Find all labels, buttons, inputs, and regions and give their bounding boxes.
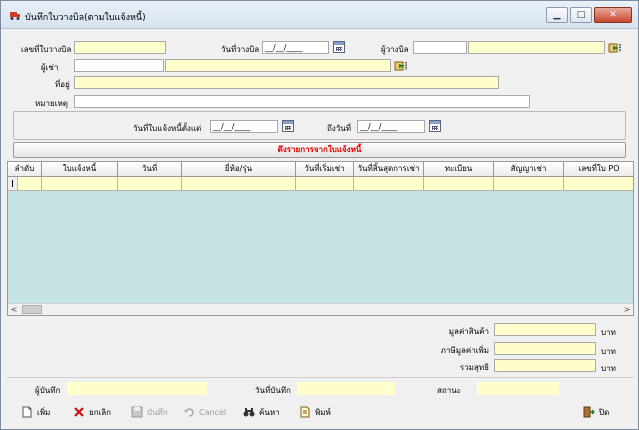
add-button[interactable]: เพิ่ม [21,403,50,421]
document-icon [300,406,310,418]
main-window: บันทึกใบวางบิล(ตามใบแจ้งหนี้) ▁ □ ✕ เลขท… [0,0,639,430]
tenant-code-field[interactable] [74,59,164,72]
recorded-by-field [67,382,207,395]
minimize-button[interactable]: ▁ [546,7,568,23]
scroll-thumb[interactable] [22,305,42,314]
maximize-button[interactable]: □ [570,7,592,23]
table-cell[interactable] [296,177,354,191]
column-header[interactable]: เลขที่ใบ PO [564,162,633,177]
tenant-name-field[interactable] [165,59,391,72]
invoice-from-label: วันที่ใบแจ้งหนี้ตั้งแต่ [133,124,202,133]
table-cell[interactable] [18,177,42,191]
record-date-field [297,382,395,395]
goods-value-unit: บาท [601,328,616,337]
remark-field[interactable] [74,95,530,108]
exit-door-icon [583,406,595,418]
column-header[interactable]: ใบแจ้งหนี้ [42,162,118,177]
net-label: รวมสุทธิ [459,363,489,372]
net-unit: บาท [601,364,616,373]
record-date-label: วันที่บันทึก [255,386,291,395]
horizontal-scrollbar[interactable]: < > [8,303,633,315]
window-title: บันทึกใบวางบิล(ตามใบแจ้งหนี้) [25,13,146,23]
column-header[interactable]: ลำดับ [8,162,42,177]
biller-lookup-icon[interactable] [608,42,622,54]
print-button[interactable]: พิมพ์ [299,403,331,421]
invoice-from-calendar-icon[interactable] [282,120,294,132]
column-header[interactable]: สัญญาเช่า [494,162,564,177]
column-header[interactable]: วันที่เริ่มเช่า [296,162,354,177]
biller-code-field[interactable] [413,41,467,54]
column-header[interactable]: วันที่ [118,162,182,177]
to-date-calendar-icon[interactable] [429,120,441,132]
undo-icon [184,408,194,417]
floppy-disk-icon [131,406,143,418]
red-x-icon [74,407,84,417]
table-cell[interactable] [424,177,494,191]
close-window-button[interactable]: ✕ [594,7,632,23]
save-button[interactable]: บันทึก [131,403,168,421]
column-header[interactable]: ทะเบียน [424,162,494,177]
window-controls: ▁ □ ✕ [546,7,632,23]
biller-label: ผู้วางบิล [381,45,409,54]
close-label: ปิด [599,407,610,417]
tenant-lookup-icon[interactable] [394,60,408,72]
row-indicator [8,177,18,191]
biller-name-field[interactable] [468,41,605,54]
scroll-right-button[interactable]: > [621,304,633,315]
save-label: บันทึก [147,407,168,417]
load-from-invoice-button[interactable]: ดึงรายการจากใบแจ้งหนี้ [13,142,626,158]
search-button[interactable]: ค้นหา [243,403,280,421]
to-date-field[interactable]: __/__/____ [357,120,425,133]
vat-label: ภาษีมูลค่าเพิ่ม [440,346,489,355]
vat-unit: บาท [601,347,616,356]
grid-header: ลำดับ ใบแจ้งหนี้ วันที่ ยี่ห้อ/รุ่น วันท… [8,162,633,177]
scroll-left-button[interactable]: < [8,304,20,315]
add-label: เพิ่ม [37,407,51,417]
address-field[interactable] [74,76,499,89]
table-cell[interactable] [42,177,118,191]
status-label: สถานะ [437,386,461,395]
truck-icon [10,12,20,20]
action-toolbar: เพิ่ม ยกเลิก บันทึก Cancel ค้นหา พิมพ์ ป… [7,400,634,424]
table-cell[interactable] [182,177,296,191]
date-range-group [13,111,626,140]
goods-value-field[interactable] [494,323,596,336]
close-button[interactable]: ปิด [583,403,609,421]
print-label: พิมพ์ [315,407,331,417]
invoice-grid[interactable]: ลำดับ ใบแจ้งหนี้ วันที่ ยี่ห้อ/รุ่น วันท… [7,161,634,316]
column-header[interactable]: วันที่สิ้นสุดการเช่า [354,162,424,177]
table-cell[interactable] [354,177,424,191]
remark-label: หมายเหตุ [35,99,68,108]
vat-field[interactable] [494,342,596,355]
billing-date-label: วันที่วางบิล [221,45,260,54]
cancel-document-button[interactable]: ยกเลิก [73,403,111,421]
address-label: ที่อยู่ [55,80,70,89]
table-cell[interactable] [564,177,633,191]
table-cell[interactable] [494,177,564,191]
tenant-label: ผู้เช่า [41,63,59,72]
column-header[interactable]: ยี่ห้อ/รุ่น [182,162,296,177]
status-field [477,382,559,395]
binoculars-icon [243,408,255,417]
billing-date-calendar-icon[interactable] [333,41,345,53]
billing-no-field[interactable] [74,41,166,54]
goods-value-label: มูลค่าสินค้า [448,327,489,336]
to-date-label: ถึงวันที่ [327,124,351,133]
table-row[interactable] [8,177,633,191]
search-label: ค้นหา [259,407,280,417]
recorded-by-label: ผู้บันทึก [35,386,61,395]
billing-date-field[interactable]: __/__/____ [262,41,329,54]
cancel-label: Cancel [199,407,227,417]
invoice-from-field[interactable]: __/__/____ [210,120,278,133]
net-field[interactable] [494,359,596,372]
title-bar: บันทึกใบวางบิล(ตามใบแจ้งหนี้) ▁ □ ✕ [1,1,638,29]
new-document-icon [22,406,32,418]
cancel-document-label: ยกเลิก [89,407,112,417]
cancel-button[interactable]: Cancel [183,403,226,421]
billing-no-label: เลขที่ใบวางบิล [21,45,72,54]
table-cell[interactable] [118,177,182,191]
